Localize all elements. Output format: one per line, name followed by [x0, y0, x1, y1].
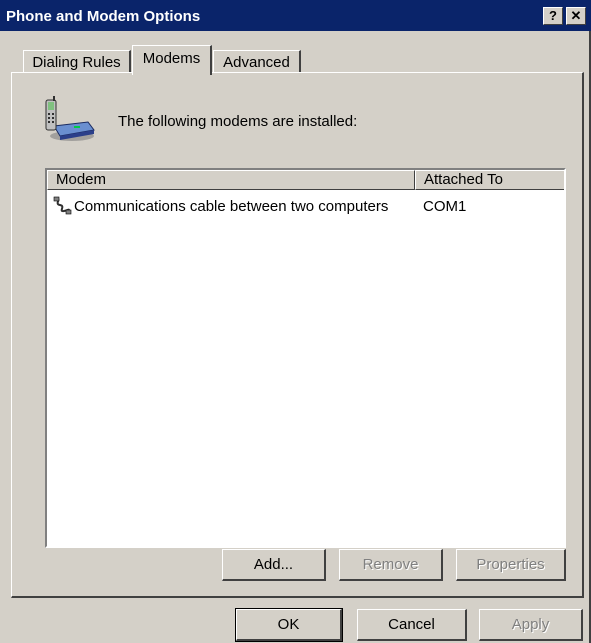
phone-modem-icon: [45, 96, 95, 141]
modem-list[interactable]: Modem Attached To Communications cable b…: [45, 168, 566, 548]
column-header-label: Modem: [56, 171, 107, 188]
properties-button[interactable]: Properties: [456, 549, 566, 581]
attached-to-cell: COM1: [423, 198, 467, 215]
close-icon: ✕: [570, 8, 582, 23]
help-button[interactable]: ?: [543, 7, 563, 25]
tab-modems[interactable]: Modems: [132, 45, 212, 75]
title-bar[interactable]: Phone and Modem Options ? ✕: [0, 0, 591, 31]
column-header-modem[interactable]: Modem: [47, 170, 415, 190]
close-button[interactable]: ✕: [566, 7, 586, 25]
column-header-label: Attached To: [424, 171, 503, 188]
ok-button[interactable]: OK: [235, 608, 343, 642]
help-icon: ?: [549, 8, 557, 23]
apply-button[interactable]: Apply: [479, 609, 583, 641]
remove-button[interactable]: Remove: [339, 549, 443, 581]
add-button[interactable]: Add...: [222, 549, 326, 581]
column-header-attached-to[interactable]: Attached To: [415, 170, 564, 190]
cancel-button[interactable]: Cancel: [357, 609, 467, 641]
tab-label: Modems: [142, 50, 201, 67]
cable-icon: [53, 196, 72, 215]
installed-modems-label: The following modems are installed:: [118, 113, 358, 130]
phone-and-modem-options-dialog: Phone and Modem Options ? ✕ Dialing Rule…: [0, 0, 591, 643]
tab-label: Advanced: [223, 54, 290, 71]
window-title: Phone and Modem Options: [6, 8, 201, 25]
tab-label: Dialing Rules: [32, 54, 121, 71]
modem-name-cell: Communications cable between two compute…: [74, 198, 389, 215]
